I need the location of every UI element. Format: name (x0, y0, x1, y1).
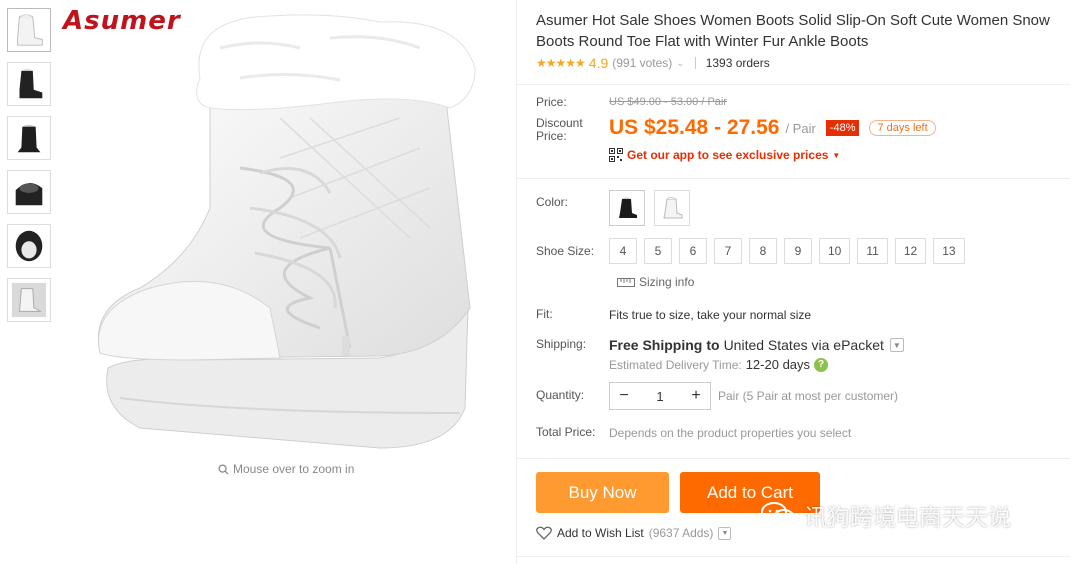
shipping-label: Shipping: (536, 337, 587, 351)
buy-now-button[interactable]: Buy Now (536, 472, 669, 513)
thumbnail-4[interactable] (7, 170, 51, 214)
rating-separator (694, 57, 696, 69)
chevron-down-icon[interactable]: ▼ (889, 338, 904, 352)
rating-score: 4.9 (588, 55, 609, 71)
divider (517, 84, 1070, 85)
quantity-input[interactable]: 1 (638, 389, 682, 404)
app-promo-link[interactable]: Get our app to see exclusive prices ▼ (609, 148, 840, 162)
qr-code-icon (609, 148, 623, 162)
divider (517, 458, 1070, 459)
size-option[interactable]: 6 (679, 238, 707, 264)
boot-black-front-thumb-icon (17, 124, 41, 153)
fit-value: Fits true to size, take your normal size (609, 308, 812, 322)
discount-price-row: US $25.48 - 27.56 / Pair -48% 7 days lef… (609, 116, 936, 140)
rating-stars-icon: ★★★★★ (536, 56, 586, 70)
color-label: Color: (536, 195, 569, 209)
size-option[interactable]: 7 (714, 238, 742, 264)
free-shipping-text: Free Shipping (609, 337, 703, 353)
divider (517, 178, 1070, 179)
minus-icon[interactable]: − (610, 383, 638, 409)
size-option[interactable]: 13 (933, 238, 965, 264)
zoom-hint-text: Mouse over to zoom in (233, 462, 355, 476)
wechat-watermark: 讯狗跨境电商天天说 (760, 498, 1011, 532)
zoom-hint: Mouse over to zoom in (218, 462, 354, 476)
orders-count: 1393 orders (705, 56, 770, 70)
discount-price: US $25.48 - 27.56 (609, 116, 780, 139)
size-option[interactable]: 12 (894, 238, 927, 264)
shipping-option[interactable]: Free Shipping to United States via ePack… (609, 337, 904, 353)
black-boot-swatch-icon (619, 197, 637, 218)
size-option[interactable]: 9 (784, 238, 812, 264)
size-option[interactable]: 10 (819, 238, 851, 264)
boot-black-fur-thumb-icon (15, 182, 43, 206)
add-to-wish-list[interactable]: Add to Wish List (9637 Adds) ▼ (536, 526, 732, 540)
caret-down-icon: ▼ (832, 150, 841, 160)
main-product-image[interactable] (80, 8, 480, 458)
color-option-black[interactable] (609, 190, 645, 226)
size-options: 4 5 6 7 8 9 10 11 12 13 (609, 238, 965, 264)
thumbnail-1[interactable] (7, 8, 51, 52)
fit-label: Fit: (536, 307, 553, 321)
color-option-white[interactable] (654, 190, 690, 226)
size-option[interactable]: 4 (609, 238, 637, 264)
sizing-info-text: Sizing info (639, 275, 695, 289)
product-detail-panel: Asumer Hot Sale Shoes Women Boots Solid … (516, 0, 1080, 564)
total-price-label: Total Price: (536, 425, 596, 439)
price-label: Price: (536, 95, 567, 109)
wish-list-count: (9637 Adds) (648, 526, 714, 540)
delivery-estimate: Estimated Delivery Time: 12-20 days ? (609, 357, 829, 372)
white-snow-boot-image (97, 14, 476, 449)
delivery-label: Estimated Delivery Time: (609, 357, 742, 372)
size-option[interactable]: 5 (644, 238, 672, 264)
rating-row: ★★★★★ 4.9 (991 votes) ⌄ 1393 orders (536, 55, 770, 71)
watermark-text: 讯狗跨境电商天天说 (804, 505, 1011, 531)
ruler-icon (617, 277, 635, 287)
shipping-to-text: to (706, 337, 720, 353)
question-icon[interactable]: ? (814, 357, 829, 372)
plus-icon[interactable]: + (682, 383, 710, 409)
magnifier-icon (218, 463, 229, 475)
app-promo-text: Get our app to see exclusive prices (627, 148, 829, 162)
boot-black-top-thumb-icon (15, 230, 43, 262)
delivery-days: 12-20 days (745, 357, 811, 372)
quantity-stepper: − 1 + (609, 382, 711, 410)
days-left-badge: 7 days left (869, 120, 936, 136)
thumbnail-6[interactable] (7, 278, 51, 322)
price-unit: / Pair (785, 120, 816, 136)
heart-icon (536, 526, 552, 540)
wechat-icon (761, 502, 795, 527)
size-option[interactable]: 11 (857, 238, 888, 264)
quantity-label: Quantity: (536, 388, 585, 402)
size-option[interactable]: 8 (749, 238, 777, 264)
wish-list-text: Add to Wish List (557, 526, 644, 540)
thumbnail-3[interactable] (7, 116, 51, 160)
thumbnail-list (7, 8, 53, 332)
original-price: US $49.00 - 53.00 / Pair (609, 96, 728, 108)
quantity-note: Pair (5 Pair at most per customer) (718, 389, 899, 403)
product-title: Asumer Hot Sale Shoes Women Boots Solid … (536, 12, 1050, 50)
white-boot-swatch-icon (663, 197, 683, 219)
sizing-info-link[interactable]: Sizing info (617, 275, 694, 289)
divider (517, 556, 1070, 557)
size-label: Shoe Size: (536, 244, 595, 258)
chevron-down-icon[interactable]: ⌄ (676, 58, 684, 69)
boot-black-thumb-icon (19, 68, 43, 99)
discount-label-line-2: Price: (536, 129, 567, 143)
discount-badge: -48% (825, 120, 860, 136)
shipping-destination: United States via ePacket (723, 337, 884, 353)
thumbnail-5[interactable] (7, 224, 51, 268)
votes-link[interactable]: (991 votes) (612, 56, 672, 70)
boot-sole-thumb-icon (11, 282, 47, 318)
chevron-down-icon[interactable]: ▼ (718, 526, 732, 540)
boot-white-thumb-icon (17, 14, 43, 46)
total-price-value: Depends on the product properties you se… (609, 426, 852, 440)
thumbnail-2[interactable] (7, 62, 51, 106)
